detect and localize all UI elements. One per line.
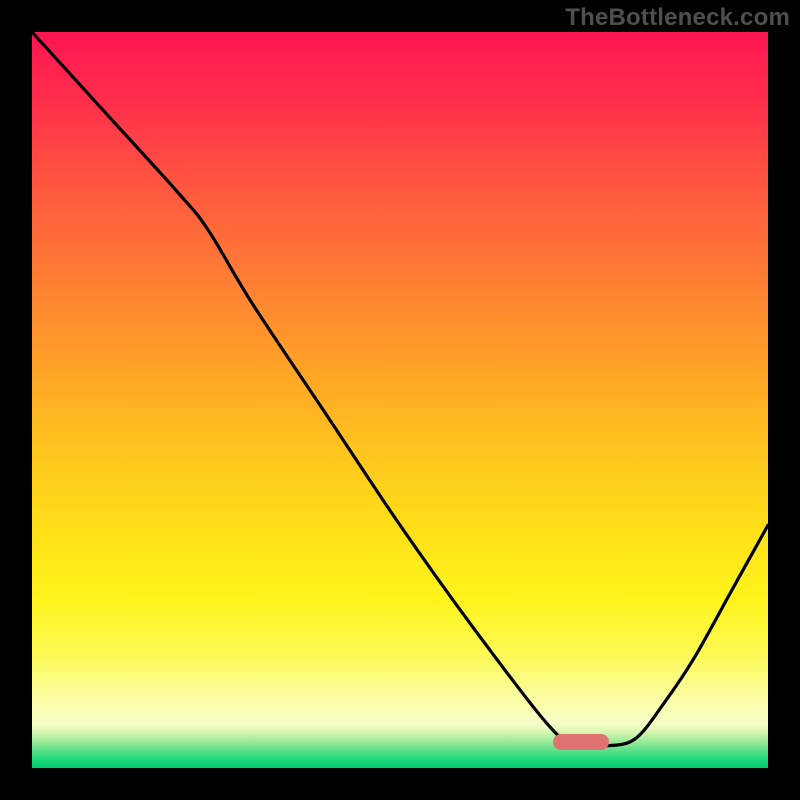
watermark-text: TheBottleneck.com — [565, 4, 790, 32]
optimal-marker — [553, 734, 609, 750]
line-chart-svg — [32, 32, 768, 768]
plot-area — [32, 32, 768, 768]
bottleneck-curve — [32, 32, 768, 748]
chart-frame: TheBottleneck.com — [0, 0, 800, 800]
